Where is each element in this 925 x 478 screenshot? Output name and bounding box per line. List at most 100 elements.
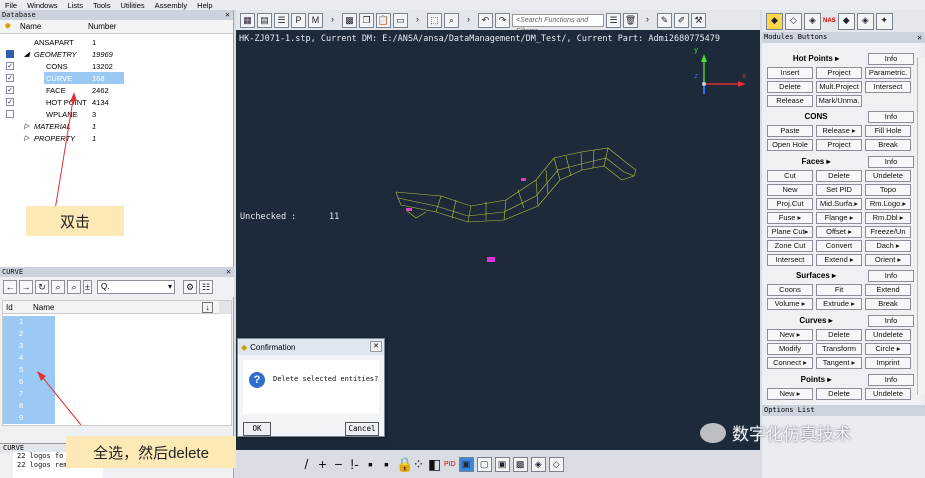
back-icon[interactable]: ← (3, 280, 17, 294)
convert-button[interactable]: Convert (816, 240, 862, 252)
delete-button[interactable]: Delete (816, 170, 862, 182)
wand-icon[interactable]: ✎ (657, 12, 672, 28)
close-icon[interactable]: ✕ (370, 341, 382, 352)
list-item[interactable]: 2 (3, 328, 55, 340)
close-icon[interactable]: ✕ (226, 267, 231, 277)
fuse-button[interactable]: Fuse ▸ (767, 212, 813, 224)
mark-unmark-button[interactable]: Mark/Unma. (816, 95, 862, 107)
intersect-button[interactable]: Intersect (865, 81, 911, 93)
mid-surface-button[interactable]: Mid.Surfa.▸ (816, 198, 862, 210)
layers-icon[interactable]: ◈ (856, 12, 874, 30)
build-icon[interactable]: ▩ (342, 12, 357, 28)
cut-button[interactable]: Cut (767, 170, 813, 182)
break-button[interactable]: Break (865, 298, 911, 310)
mesh-icon[interactable]: ◈ (804, 12, 821, 30)
delete-button[interactable]: Delete (767, 81, 813, 93)
redo-icon[interactable]: ↷ (495, 12, 510, 28)
checkbox[interactable]: ✓ (6, 62, 14, 70)
open-hole-button[interactable]: Open Hole (767, 139, 813, 151)
info-button[interactable]: Info (868, 111, 914, 123)
chevron-right-icon[interactable]: › (640, 13, 655, 28)
info-button[interactable]: Info (868, 156, 914, 168)
intersect-button[interactable]: Intersect (767, 254, 813, 266)
extrude-button[interactable]: Extrude ▸ (816, 298, 862, 310)
ok-button[interactable]: OK (243, 422, 271, 436)
new-button[interactable]: New ▸ (767, 388, 813, 400)
circle-button[interactable]: Circle ▸ (865, 343, 911, 355)
flange-button[interactable]: Flange ▸ (816, 212, 862, 224)
clipboard-icon[interactable]: 📋 (376, 12, 391, 28)
download-icon[interactable]: ↓ (202, 302, 213, 313)
col-name-header[interactable]: Name (0, 22, 88, 31)
nodes-icon[interactable]: ⁘ (412, 456, 425, 473)
dach-button[interactable]: Dach ▸ (865, 240, 911, 252)
tree-row[interactable]: ◢ GEOMETRY 19969 (0, 48, 232, 60)
view-icon[interactable]: ◈ (530, 456, 546, 472)
delete-button[interactable]: Delete (816, 329, 862, 341)
list-item[interactable]: 4 (3, 352, 55, 364)
checkbox[interactable] (6, 110, 14, 118)
tool-icon[interactable]: ⚒ (691, 12, 706, 28)
offset-button[interactable]: Offset ▸ (816, 226, 862, 238)
trash-icon[interactable]: 🗑 (623, 12, 638, 28)
list-item[interactable]: 1 (3, 316, 55, 328)
layout-icon[interactable]: ▤ (257, 12, 272, 28)
checkbox[interactable] (6, 50, 14, 58)
refresh-icon[interactable]: ↻ (35, 280, 49, 294)
mesh-cube-icon[interactable]: ▩ (512, 456, 528, 472)
copy-icon[interactable]: ❐ (359, 12, 374, 28)
pid-label[interactable]: PID (444, 461, 456, 468)
set-pid-button[interactable]: Set PID (816, 184, 862, 196)
parametric-button[interactable]: Parametric. (865, 67, 911, 79)
volume-button[interactable]: Volume ▸ (767, 298, 813, 310)
topo-button[interactable]: Topo (865, 184, 911, 196)
grid-4-icon[interactable]: ▪ (364, 456, 377, 472)
new-button[interactable]: New ▸ (767, 329, 813, 341)
connect-button[interactable]: Connect ▸ (767, 357, 813, 369)
project-button[interactable]: Project (816, 139, 862, 151)
m-icon[interactable]: M (308, 12, 323, 28)
undelete-button[interactable]: Undelete (865, 388, 911, 400)
modules-scrollbar[interactable] (917, 57, 925, 395)
minus-line-icon[interactable]: !- (348, 456, 361, 472)
freeze-button[interactable]: Freeze/Un (865, 226, 911, 238)
info-button[interactable]: Info (868, 53, 914, 65)
filter-dropdown[interactable]: Q. (97, 280, 175, 294)
undo-icon[interactable]: ↶ (478, 12, 493, 28)
info-button[interactable]: Info (868, 270, 914, 282)
project-button[interactable]: Project (816, 67, 862, 79)
color-cube-icon[interactable]: ▣ (494, 456, 510, 472)
tree-row[interactable]: WPLANE 3 (0, 108, 232, 120)
orient-button[interactable]: Orient ▸ (865, 254, 911, 266)
undelete-button[interactable]: Undelete (865, 170, 911, 182)
deck-switch-icon[interactable]: ◆ (837, 12, 855, 30)
topo-icon[interactable]: ◆ (766, 12, 783, 30)
list-view-icon[interactable]: ☰ (606, 12, 621, 28)
view-cube-icon[interactable]: ◇ (548, 456, 564, 472)
fit-button[interactable]: Fit (816, 284, 862, 296)
expand-icon[interactable]: ▷ (24, 122, 29, 130)
release-button[interactable]: Release ▸ (816, 125, 862, 137)
cancel-button[interactable]: Cancel (345, 422, 379, 436)
list-item[interactable]: 3 (3, 340, 55, 352)
close-icon[interactable]: ✕ (225, 10, 230, 20)
axis-icon[interactable]: ✦ (875, 12, 893, 30)
deck-icon[interactable]: ◇ (785, 12, 802, 30)
tree-row[interactable]: ✓ CONS 13202 (0, 60, 232, 72)
forward-icon[interactable]: → (19, 280, 33, 294)
rm-dbl-button[interactable]: Rm.Dbl ▸ (865, 212, 911, 224)
insert-button[interactable]: Insert (767, 67, 813, 79)
minus-icon[interactable]: − (332, 456, 345, 472)
col-name-header[interactable]: Name (23, 303, 54, 312)
shaded-cube-icon[interactable]: ▣ (458, 456, 474, 472)
search-input[interactable]: <Search Functions and Filters> (512, 13, 604, 35)
document-icon[interactable]: ▭ (393, 12, 408, 28)
info-button[interactable]: Info (868, 315, 914, 327)
release-button[interactable]: Release (767, 95, 813, 107)
list-icon[interactable]: ☰ (274, 12, 289, 28)
paste-button[interactable]: Paste (767, 125, 813, 137)
col-id-header[interactable]: Id (3, 303, 23, 312)
columns-icon[interactable]: ☷ (199, 280, 213, 294)
nas-badge[interactable]: NAS (823, 18, 836, 24)
zoom-icon[interactable]: ⌕ (444, 12, 459, 28)
